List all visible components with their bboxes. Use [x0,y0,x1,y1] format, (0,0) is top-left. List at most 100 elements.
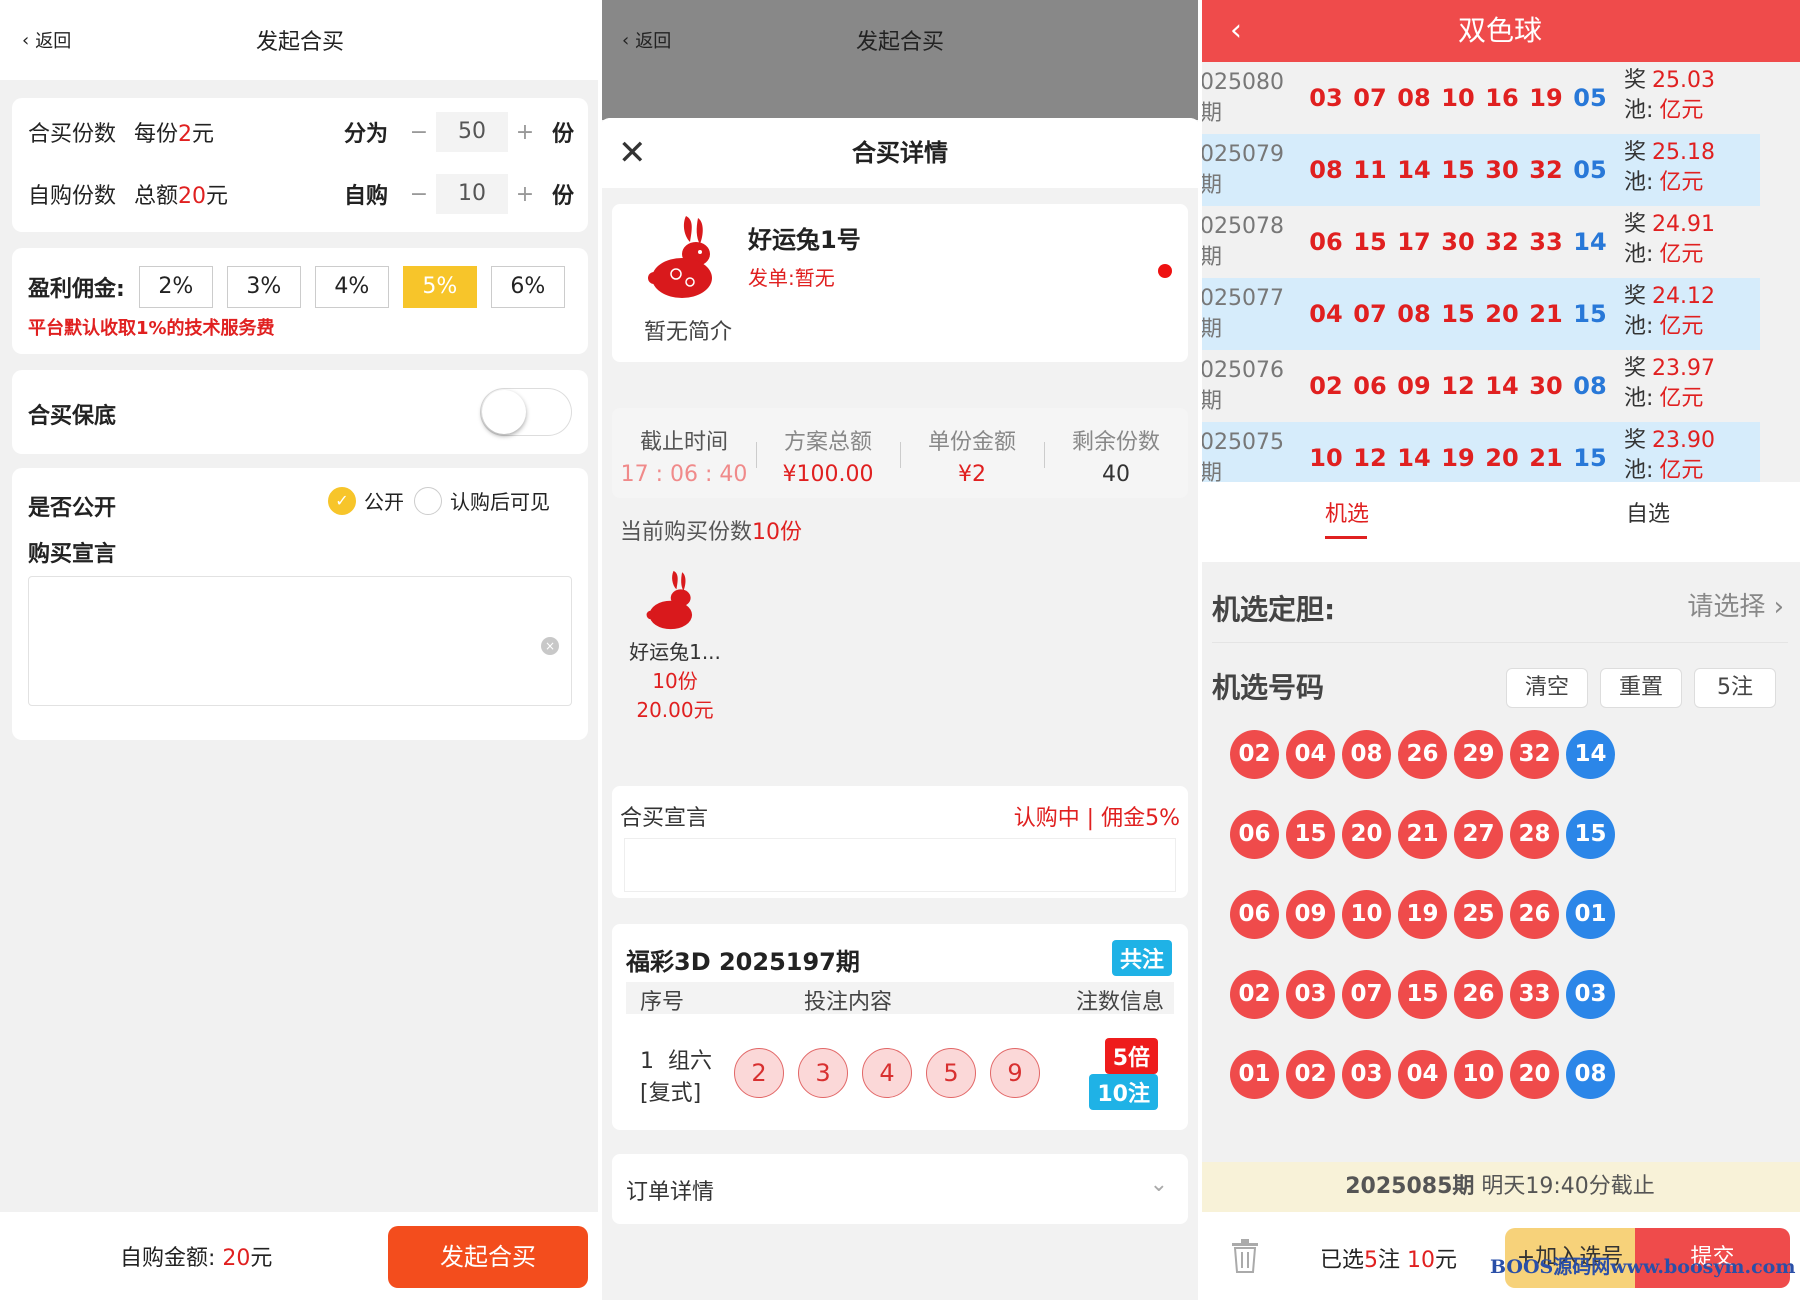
stat-value: ¥2 [958,462,986,487]
pool-key: 池: [1624,314,1654,339]
stat-label: 截止时间 [639,430,728,455]
red-number: 21 [1529,300,1563,328]
rabbit-avatar-icon [646,570,693,630]
blue-number: 14 [1573,228,1607,256]
stat-item: 截止时间 17 : 06 : 40 [612,408,756,498]
plan-issuer: 发单:暂无 [748,266,835,290]
declaration-label: 合买宣言 [620,806,709,831]
clear-icon[interactable]: × [541,637,559,655]
five-notes-button[interactable]: 5注 [1694,668,1776,708]
public-card: 是否公开 ✓ 公开 认购后可见 购买宣言 × [12,468,588,740]
history-row: 025077期 04 07 08 15 20 21 15 奖 24.12 池: 亿元 [1200,278,1760,350]
reset-button[interactable]: 重置 [1600,668,1682,708]
trash-icon[interactable] [1230,1238,1260,1274]
red-ball: 02 [1230,970,1279,1019]
pool-key: 池: [1624,242,1654,267]
guarantee-toggle[interactable] [480,388,572,436]
commission-option[interactable]: 6% [490,266,565,308]
plus-button[interactable]: + [508,120,542,145]
pool-value: 25.18 [1652,140,1715,165]
declaration-status: 认购中 | 佣金5% [1013,806,1180,831]
bet-ball: 4 [862,1048,912,1098]
red-ball: 29 [1454,730,1503,779]
red-ball: 04 [1398,1050,1447,1099]
chevron-down-icon: ⌄ [1149,1172,1168,1197]
bet-table-header: 序号 投注内容 注数信息 [626,982,1174,1015]
bet-ball: 5 [926,1048,976,1098]
red-number: 07 [1353,300,1387,328]
blue-number: 08 [1573,372,1607,400]
commission-option[interactable]: 4% [314,266,389,308]
commission-option[interactable]: 5% [402,266,477,308]
pool-value: 24.91 [1652,212,1715,237]
red-ball: 04 [1286,730,1335,779]
pool-value: 23.90 [1652,428,1715,453]
commission-card: 盈利佣金: 2% 3% 4% 5% 6% 平台默认收取1%的技术服务费 [12,248,588,354]
radio-public[interactable]: ✓ 公开 [328,486,404,515]
pool-unit: 亿元 [1659,458,1704,483]
red-ball: 06 [1230,890,1279,939]
order-detail-row[interactable]: 订单详情 ⌄ [612,1154,1188,1224]
stat-label: 剩余份数 [1071,430,1160,455]
prize-pool: 奖 23.90 池: 亿元 [1624,426,1715,486]
red-ball: 10 [1342,890,1391,939]
red-ball: 06 [1230,810,1279,859]
commission-option[interactable]: 2% [138,266,213,308]
declaration-box [624,838,1176,892]
commission-option[interactable]: 3% [226,266,301,308]
back-chevron-icon[interactable]: ‹ [1230,0,1242,62]
red-ball: 26 [1454,970,1503,1019]
pool-unit: 亿元 [1659,386,1704,411]
tab-self[interactable]: 自选 [1626,496,1670,528]
machine-pick-area: 机选定胆: 请选择 › 机选号码 清空 重置 5注 02 04 08 26 29 32 14… [1200,562,1800,1212]
red-number: 11 [1353,156,1387,184]
red-ball: 19 [1398,890,1447,939]
stat-value: ¥100.00 [782,462,874,487]
red-number: 33 [1529,228,1563,256]
red-number: 14 [1397,444,1431,472]
radio-after-purchase[interactable]: 认购后可见 [414,486,550,515]
buyer-shares: 10份 [652,669,698,693]
back-button[interactable]: ‹ 返回 [622,0,671,80]
tab-machine[interactable]: 机选 [1325,496,1369,528]
red-ball: 27 [1454,810,1503,859]
self-buy-input[interactable]: 10 [435,174,508,214]
blue-number: 05 [1573,156,1607,184]
period-label: 025079期 [1200,141,1284,198]
clear-button[interactable]: 清空 [1506,668,1588,708]
launch-button[interactable]: 发起合买 [388,1226,588,1288]
blue-number: 15 [1573,300,1607,328]
buyer-name: 好运兔1... [629,640,721,664]
stat-value: 40 [1102,462,1130,487]
stat-value: 17 : 06 : 40 [620,462,748,487]
pick-label: 机选号码 [1212,671,1325,704]
stat-item: 方案总额 ¥100.00 [756,408,900,498]
lottery-card: 福彩3D 2025197期 共注 序号 投注内容 注数信息 1 组六 [复式] … [612,924,1188,1130]
red-number: 15 [1441,300,1475,328]
red-ball: 02 [1286,1050,1335,1099]
back-button[interactable]: ‹ 返回 [22,0,71,80]
minus-button[interactable]: − [402,182,436,207]
bet-row-info: 1 组六 [复式] [640,1049,713,1106]
multiplier-badge: 5倍 [1104,1038,1158,1074]
rabbit-avatar-icon [648,216,712,298]
minus-button[interactable]: − [402,120,436,145]
red-ball: 10 [1454,1050,1503,1099]
shares-card: 合买份数 每份2元 分为 − 50 + 份 自购份数 总额20元 自购 − 10… [12,98,588,232]
declaration-textarea[interactable]: × [28,576,572,706]
header: ‹ 双色球 [1200,0,1800,62]
check-icon: ✓ [328,486,356,515]
close-icon[interactable]: ✕ [618,118,647,188]
total-badge: 共注 [1111,940,1172,976]
red-number: 32 [1485,228,1519,256]
red-number: 15 [1441,156,1475,184]
stat-label: 单份金额 [927,430,1016,455]
pool-value: 25.03 [1652,68,1715,93]
divide-input[interactable]: 50 [435,112,508,152]
plan-info-card: 暂无简介 好运兔1号 发单:暂无 [612,204,1188,362]
fixed-select[interactable]: 请选择 › [1687,586,1784,623]
blue-ball: 01 [1566,890,1615,939]
plus-button[interactable]: + [508,182,542,207]
pool-unit: 亿元 [1659,170,1704,195]
declaration-card: 合买宣言 认购中 | 佣金5% [612,786,1188,898]
